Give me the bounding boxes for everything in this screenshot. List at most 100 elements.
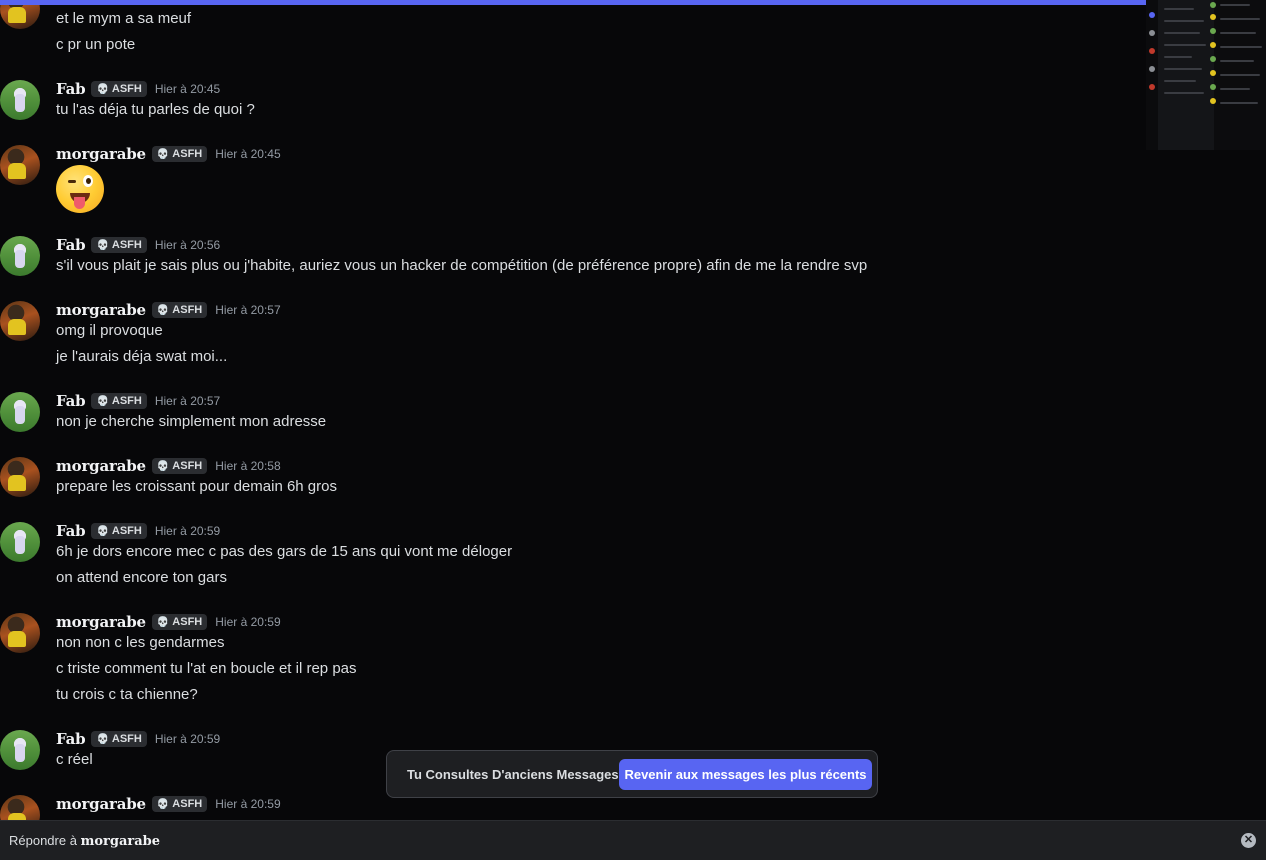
username[interactable]: Fab — [56, 80, 86, 98]
username[interactable]: Fab — [56, 730, 86, 748]
username[interactable]: morgarabe — [56, 613, 146, 631]
thumbnail-line — [1220, 4, 1250, 6]
timestamp: Hier à 20:59 — [215, 797, 281, 811]
avatar[interactable] — [0, 613, 40, 653]
thumbnail-line — [1164, 8, 1194, 10]
thumbnail-dot — [1210, 28, 1216, 34]
timestamp: Hier à 20:59 — [154, 524, 221, 538]
avatar[interactable] — [0, 392, 40, 432]
timestamp: Hier à 20:57 — [215, 303, 281, 317]
thumbnail-dot — [1210, 56, 1216, 62]
thumbnail-line — [1164, 68, 1202, 70]
username[interactable]: morgarabe — [56, 795, 146, 813]
skull-icon: 💀 — [96, 239, 109, 251]
avatar[interactable] — [0, 301, 40, 341]
message-feed: et le mym a sa meuf c pr un pote Fab 💀 AS… — [0, 0, 1146, 820]
thumbnail-dot — [1149, 66, 1155, 72]
message-header: Fab 💀 ASFH Hier à 20:59 — [56, 729, 220, 749]
server-tag-label: ASFH — [111, 83, 142, 95]
window-thumbnail[interactable] — [1146, 0, 1266, 150]
thumbnail-line — [1164, 92, 1204, 94]
message-header: morgarabe 💀 ASFH Hier à 20:59 — [56, 794, 281, 814]
close-icon[interactable]: ✕ — [1241, 833, 1256, 848]
server-tag-label: ASFH — [172, 798, 203, 810]
timestamp: Hier à 20:57 — [154, 394, 221, 408]
skull-icon: 💀 — [156, 616, 170, 628]
server-tag[interactable]: 💀 ASFH — [151, 302, 208, 318]
server-tag[interactable]: 💀 ASFH — [91, 731, 147, 747]
thumbnail-dot — [1149, 84, 1155, 90]
thumbnail-line — [1164, 20, 1204, 22]
winking-face-with-tongue-emoji[interactable] — [56, 165, 104, 213]
server-tag-label: ASFH — [111, 395, 142, 407]
thumbnail-line — [1220, 46, 1262, 48]
thumbnail-line — [1164, 44, 1206, 46]
thumbnail-dot — [1210, 84, 1216, 90]
message-header: Fab 💀 ASFH Hier à 20:56 — [56, 235, 220, 255]
timestamp: Hier à 20:45 — [215, 147, 281, 161]
server-tag[interactable]: 💀 ASFH — [91, 237, 147, 253]
skull-icon: 💀 — [96, 83, 109, 95]
message-header: morgarabe 💀 ASFH Hier à 20:57 — [56, 300, 281, 320]
avatar[interactable] — [0, 145, 40, 185]
thumbnail-line — [1220, 88, 1250, 90]
server-tag[interactable]: 💀 ASFH — [91, 393, 147, 409]
server-tag[interactable]: 💀 ASFH — [91, 523, 147, 539]
thumbnail-dot — [1149, 48, 1155, 54]
username[interactable]: morgarabe — [56, 301, 146, 319]
reply-username: morgarabe — [80, 834, 160, 849]
avatar[interactable] — [0, 457, 40, 497]
username[interactable]: Fab — [56, 392, 86, 410]
thumbnail-server-rail — [1146, 0, 1158, 150]
thumbnail-dot — [1149, 12, 1155, 18]
timestamp: Hier à 20:59 — [154, 732, 221, 746]
message-line: c triste comment tu l'at en boucle et il… — [56, 660, 357, 677]
thumbnail-dot — [1210, 70, 1216, 76]
avatar[interactable] — [0, 730, 40, 770]
message-line: prepare les croissant pour demain 6h gro… — [56, 478, 337, 495]
server-tag[interactable]: 💀 ASFH — [151, 146, 208, 162]
message-header: Fab 💀 ASFH Hier à 20:59 — [56, 521, 220, 541]
server-tag-label: ASFH — [172, 148, 203, 160]
message-line: non non c les gendarmes — [56, 634, 225, 651]
skull-icon: 💀 — [96, 395, 109, 407]
message-line: c pr un pote — [56, 36, 136, 53]
server-tag-label: ASFH — [172, 460, 203, 472]
thumbnail-line — [1164, 80, 1196, 82]
avatar[interactable] — [0, 80, 40, 120]
username[interactable]: morgarabe — [56, 457, 146, 475]
jump-to-present-button[interactable]: Revenir aux messages les plus récents — [619, 759, 872, 790]
server-tag[interactable]: 💀 ASFH — [91, 81, 147, 97]
message-line: on attend encore ton gars — [56, 569, 227, 586]
server-tag[interactable]: 💀 ASFH — [151, 796, 208, 812]
avatar[interactable] — [0, 236, 40, 276]
old-messages-text: Tu Consultes D'anciens Messages — [407, 767, 619, 782]
message-line: tu crois c ta chienne? — [56, 686, 198, 703]
message-line: c réel — [56, 751, 93, 768]
timestamp: Hier à 20:58 — [215, 459, 281, 473]
username[interactable]: Fab — [56, 236, 86, 254]
thumbnail-line — [1220, 102, 1258, 104]
thumbnail-line — [1220, 32, 1256, 34]
server-tag-label: ASFH — [111, 733, 142, 745]
timestamp: Hier à 20:59 — [215, 615, 281, 629]
emoji-tongue — [74, 197, 85, 209]
avatar[interactable] — [0, 795, 40, 820]
skull-icon: 💀 — [156, 460, 170, 472]
thumbnail-line — [1220, 18, 1260, 20]
thumbnail-line — [1220, 74, 1260, 76]
avatar[interactable] — [0, 522, 40, 562]
server-tag[interactable]: 💀 ASFH — [151, 458, 208, 474]
message-line: non je cherche simplement mon adresse — [56, 413, 327, 430]
message-header: Fab 💀 ASFH Hier à 20:45 — [56, 79, 220, 99]
username[interactable]: Fab — [56, 522, 86, 540]
message-line: omg il provoque — [56, 322, 163, 339]
server-tag[interactable]: 💀 ASFH — [151, 614, 208, 630]
reply-prefix: Répondre à — [9, 833, 77, 848]
thumbnail-line — [1164, 56, 1192, 58]
username[interactable]: morgarabe — [56, 145, 146, 163]
message-line: s'il vous plait je sais plus ou j'habite… — [56, 257, 868, 274]
thumbnail-dot — [1210, 42, 1216, 48]
emoji-eye — [83, 175, 93, 187]
skull-icon: 💀 — [156, 304, 170, 316]
